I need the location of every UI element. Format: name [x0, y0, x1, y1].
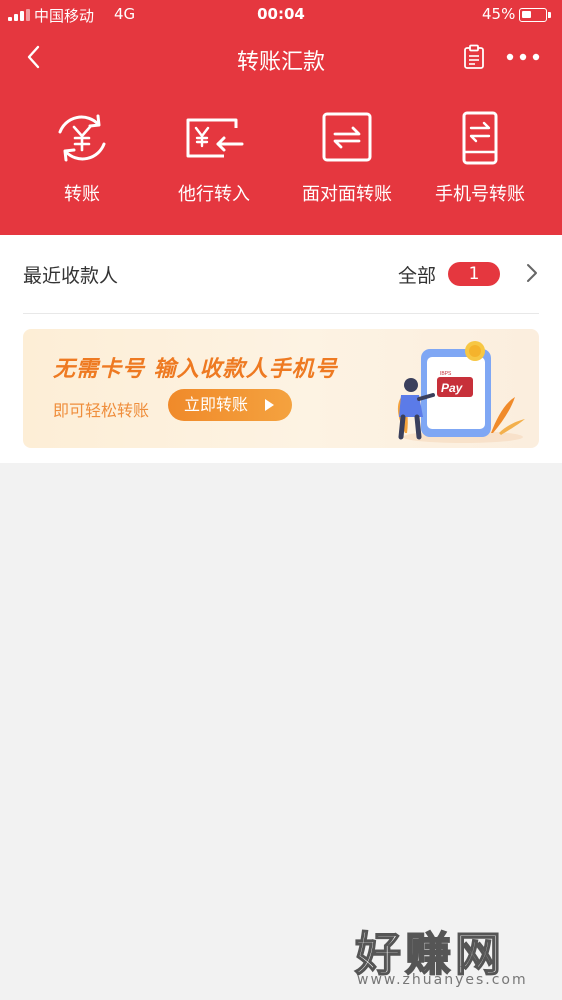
status-bar: 中国移动 4G 00:04 45% [0, 0, 562, 30]
payee-count-badge: 1 [448, 262, 500, 286]
pay-badge-text: Pay [441, 381, 464, 395]
phone-pay-illustration: IBPS Pay [397, 341, 525, 443]
recent-payees-panel: 最近收款人 全部 1 无需卡号 输入收款人手机号 即可轻松转账 立即转账 IBP… [0, 235, 562, 463]
view-all-payees-button[interactable]: 全部 1 [398, 253, 548, 293]
more-dots-icon [506, 53, 540, 61]
view-all-label: 全部 [398, 265, 437, 287]
site-watermark: 好赚网 www.zhuanyes.com [354, 918, 545, 988]
quick-action-phone-transfer[interactable]: 手机号转账 [415, 110, 545, 210]
back-button[interactable] [18, 40, 52, 74]
quick-action-label: 手机号转账 [435, 184, 525, 205]
quick-action-label: 面对面转账 [302, 184, 392, 205]
transfer-now-button[interactable]: 立即转账 [168, 389, 292, 421]
quick-action-other-bank-in[interactable]: 他行转入 [149, 110, 279, 210]
divider [23, 313, 539, 314]
battery-icon [519, 8, 551, 22]
promo-banner[interactable]: 无需卡号 输入收款人手机号 即可轻松转账 立即转账 IBPS Pay [23, 329, 539, 448]
nav-bar: 转账汇款 [0, 34, 562, 80]
yuan-cycle-icon [58, 114, 106, 162]
quick-action-face-to-face[interactable]: 面对面转账 [282, 110, 412, 210]
recent-payees-row: 最近收款人 全部 1 [0, 235, 562, 313]
battery-level-fill [522, 11, 531, 18]
back-arrow-icon [27, 45, 40, 69]
watermark-url: www.zhuanyes.com [357, 972, 528, 988]
pay-badge-small: IBPS [440, 371, 452, 377]
banner-subtext: 即可轻松转账 [53, 401, 150, 420]
card-transfer-in-icon [186, 118, 244, 158]
status-time: 00:04 [257, 5, 305, 23]
quick-action-label: 他行转入 [178, 184, 250, 205]
quick-action-transfer[interactable]: 转账 [17, 110, 147, 210]
battery-percent: 45% [482, 5, 516, 23]
face-to-face-icon [322, 112, 372, 162]
chevron-right-icon [527, 264, 537, 282]
header-area: 中国移动 4G 00:04 45% 转账汇款 转账 他行转入 面对面转账 手机号… [0, 0, 562, 235]
records-button[interactable] [460, 43, 488, 71]
recent-payees-title: 最近收款人 [23, 265, 119, 287]
banner-headline: 无需卡号 输入收款人手机号 [53, 357, 338, 382]
phone-transfer-icon [462, 111, 498, 165]
clipboard-icon [464, 44, 484, 69]
more-button[interactable] [503, 43, 543, 71]
quick-action-label: 转账 [64, 184, 100, 205]
